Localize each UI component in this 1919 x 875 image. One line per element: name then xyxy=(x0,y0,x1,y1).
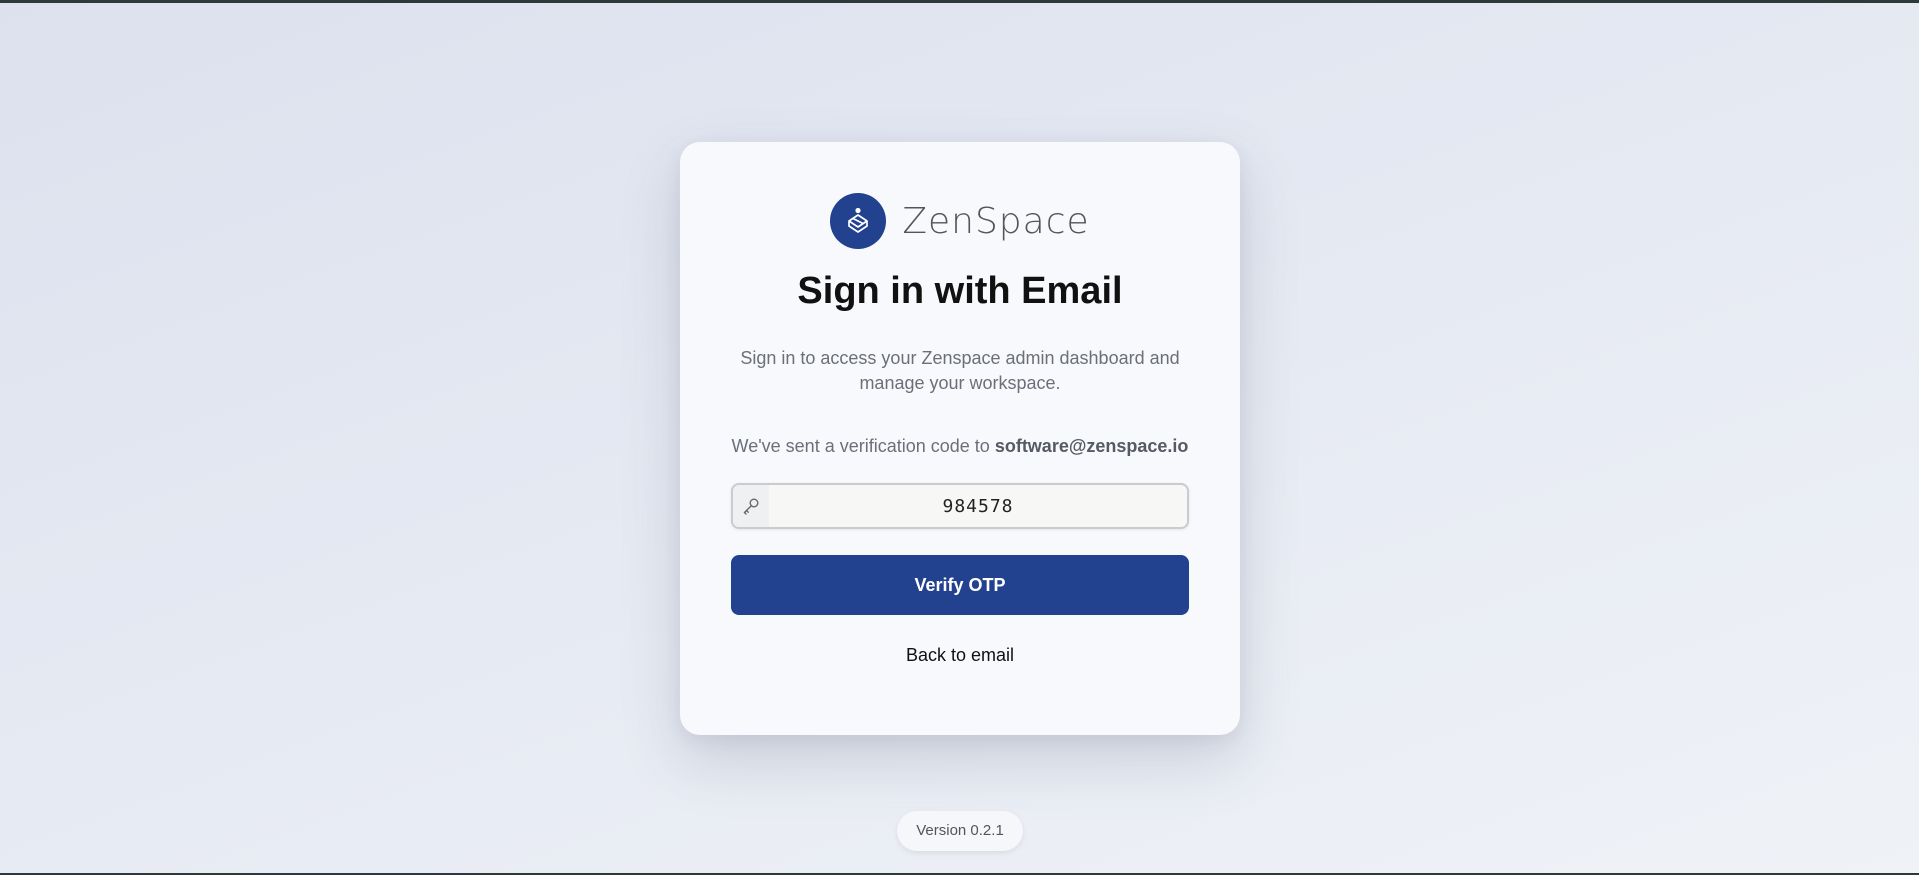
otp-field xyxy=(731,483,1189,529)
verification-email: software@zenspace.io xyxy=(994,436,1189,456)
brand-name: ZenSpace xyxy=(902,200,1090,242)
brand-header: ZenSpace xyxy=(680,192,1240,250)
page-subtitle: Sign in to access your Zenspace admin da… xyxy=(740,348,1180,393)
key-icon xyxy=(733,485,769,527)
zenspace-logo-icon xyxy=(830,193,887,249)
back-to-email-link[interactable]: Back to email xyxy=(860,640,1060,670)
verification-message: We've sent a verification code to softwa… xyxy=(680,436,1240,457)
verification-message-text: We've sent a verification code to xyxy=(731,436,990,456)
signin-card: ZenSpace Sign in with Email Sign in to a… xyxy=(680,142,1240,735)
version-badge: Version 0.2.1 xyxy=(897,811,1023,851)
page-title: Sign in with Email xyxy=(797,270,1123,312)
verify-otp-button[interactable]: Verify OTP xyxy=(731,555,1189,615)
otp-input[interactable] xyxy=(771,485,1185,527)
window-top-border xyxy=(0,0,1919,3)
